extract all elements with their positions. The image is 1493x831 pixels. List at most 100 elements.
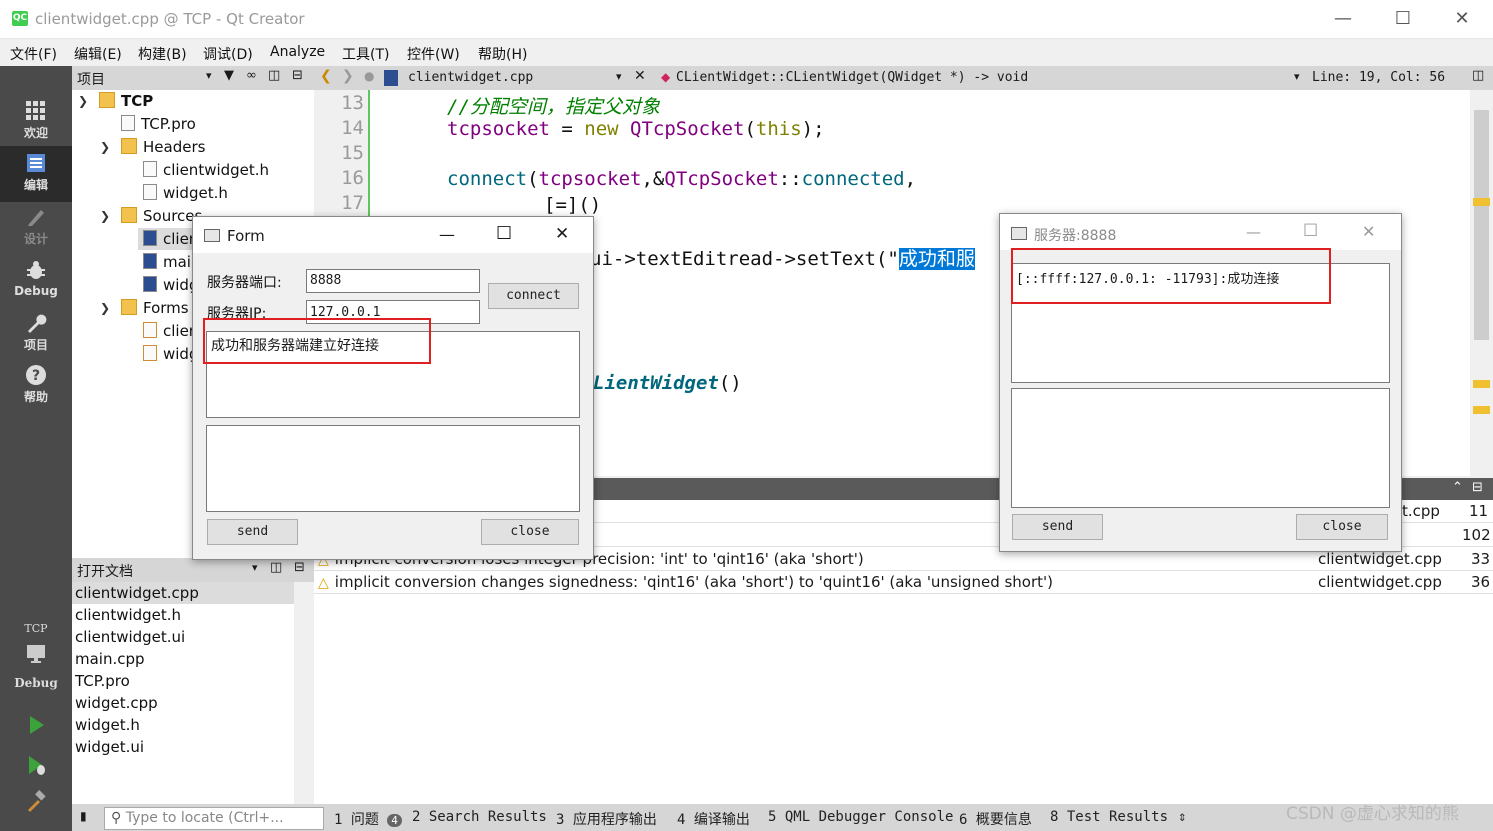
mode-help[interactable]: ? 帮助 bbox=[0, 364, 72, 410]
send-button[interactable]: send bbox=[207, 519, 298, 545]
minimize-icon[interactable]: — bbox=[1323, 6, 1363, 32]
filter-icon[interactable]: ▼ bbox=[224, 68, 234, 83]
minimize-icon[interactable]: — bbox=[1246, 223, 1261, 241]
line-number: 13 bbox=[341, 92, 364, 114]
split-icon[interactable]: ◫ bbox=[1472, 68, 1484, 83]
close-pane-icon[interactable]: ⊟ bbox=[292, 68, 303, 83]
split-icon[interactable]: ◫ bbox=[270, 560, 282, 575]
write-text-area[interactable] bbox=[206, 425, 580, 512]
close-icon[interactable]: ✕ bbox=[1442, 6, 1482, 32]
open-doc-item[interactable]: widget.cpp bbox=[75, 694, 158, 712]
menu-tools[interactable]: 工具(T) bbox=[342, 44, 389, 64]
minimize-icon[interactable]: — bbox=[439, 225, 455, 244]
more-tabs-icon[interactable]: ⇕ bbox=[1178, 809, 1186, 825]
output-tab[interactable]: 3 应用程序输出 bbox=[556, 809, 657, 829]
mode-projects[interactable]: 项目 bbox=[0, 312, 72, 358]
debug-play-icon bbox=[29, 756, 45, 775]
back-arrow-icon[interactable]: ❮ bbox=[320, 68, 332, 84]
split-icon[interactable]: ◫ bbox=[268, 68, 280, 83]
close-icon[interactable]: ✕ bbox=[1362, 222, 1375, 241]
open-doc-item[interactable]: clientwidget.h bbox=[75, 606, 181, 624]
issue-line: 36 bbox=[1471, 573, 1491, 591]
build-button[interactable] bbox=[0, 790, 72, 820]
close-document-icon[interactable]: ✕ bbox=[634, 68, 646, 84]
menu-build[interactable]: 构建(B) bbox=[138, 44, 187, 64]
tree-label: TCP bbox=[121, 92, 154, 110]
locate-input[interactable]: ⚲ Type to locate (Ctrl+... bbox=[104, 807, 324, 830]
tree-item-root[interactable]: TCP bbox=[99, 90, 153, 112]
current-symbol[interactable]: CLientWidget::CLientWidget(QWidget *) ->… bbox=[676, 70, 1028, 85]
issue-row[interactable]: △ implicit conversion changes signedness:… bbox=[314, 571, 1493, 594]
open-doc-item[interactable]: widget.ui bbox=[75, 738, 144, 756]
open-doc-item[interactable]: clientwidget.cpp bbox=[75, 584, 199, 602]
open-documents-list: clientwidget.cpp clientwidget.h clientwi… bbox=[72, 582, 314, 804]
toggle-sidebar-icon[interactable]: ▮ bbox=[80, 809, 87, 823]
menu-edit[interactable]: 编辑(E) bbox=[74, 44, 122, 64]
debug-run-button[interactable] bbox=[0, 754, 72, 784]
tree-item-sources[interactable]: Sources bbox=[121, 205, 202, 227]
output-tab[interactable]: 6 概要信息 bbox=[959, 809, 1032, 829]
mode-edit[interactable]: 编辑 bbox=[0, 146, 72, 202]
scrollbar-marker bbox=[1473, 406, 1490, 414]
maximize-icon[interactable]: ☐ bbox=[496, 223, 512, 244]
code-token: :: bbox=[778, 168, 802, 190]
chevron-down-icon[interactable]: ❯ bbox=[100, 301, 110, 315]
tree-item-forms[interactable]: Forms bbox=[121, 297, 189, 319]
chevron-down-icon[interactable]: ▾ bbox=[252, 561, 258, 574]
code-token: LientWidget bbox=[593, 372, 719, 394]
current-file-name[interactable]: clientwidget.cpp bbox=[408, 70, 533, 85]
chevron-down-icon[interactable]: ❯ bbox=[78, 94, 88, 108]
tree-item-header-file[interactable]: widget.h bbox=[143, 182, 228, 204]
menu-debug[interactable]: 调试(D) bbox=[203, 44, 253, 64]
open-doc-item[interactable]: widget.h bbox=[75, 716, 140, 734]
chevron-down-icon[interactable]: ▾ bbox=[1294, 70, 1300, 83]
scrollbar-thumb[interactable] bbox=[1474, 110, 1489, 340]
port-input[interactable]: 8888 bbox=[306, 269, 480, 293]
mode-selector: 欢迎 编辑 设计 Debug 项目 ? 帮助 TCP Debug bbox=[0, 66, 72, 831]
run-button[interactable] bbox=[0, 714, 72, 744]
chevron-down-icon[interactable]: ▾ bbox=[206, 69, 212, 82]
open-doc-item[interactable]: TCP.pro bbox=[75, 672, 130, 690]
chevron-down-icon[interactable]: ❯ bbox=[100, 209, 110, 223]
mode-debug[interactable]: Debug bbox=[0, 260, 72, 306]
menu-file[interactable]: 文件(F) bbox=[10, 44, 57, 64]
connect-button[interactable]: connect bbox=[488, 283, 579, 309]
chevron-down-icon[interactable]: ❯ bbox=[100, 140, 110, 154]
send-button[interactable]: send bbox=[1012, 514, 1103, 540]
link-icon[interactable]: ∞ bbox=[246, 68, 257, 83]
open-doc-item[interactable]: clientwidget.ui bbox=[75, 628, 185, 646]
chevron-down-icon[interactable]: ▾ bbox=[616, 70, 622, 83]
open-doc-item[interactable]: main.cpp bbox=[75, 650, 145, 668]
mode-welcome[interactable]: 欢迎 bbox=[0, 100, 72, 146]
maximize-icon[interactable]: ☐ bbox=[1303, 221, 1318, 241]
menu-help[interactable]: 帮助(H) bbox=[478, 44, 527, 64]
editor-scrollbar[interactable] bbox=[1470, 90, 1493, 476]
tree-item-pro[interactable]: TCP.pro bbox=[121, 113, 196, 135]
output-tab[interactable]: 5 QML Debugger Console bbox=[768, 809, 953, 825]
close-button[interactable]: close bbox=[1296, 514, 1388, 540]
tree-item-headers[interactable]: Headers bbox=[121, 136, 205, 158]
output-tab[interactable]: 2 Search Results bbox=[412, 809, 547, 825]
code-token: QTcpSocket bbox=[618, 118, 745, 140]
menu-analyze[interactable]: Analyze bbox=[270, 44, 325, 60]
tree-item-header-file[interactable]: clientwidget.h bbox=[143, 159, 269, 181]
output-tab[interactable]: 4 编译输出 bbox=[677, 809, 750, 829]
maximize-icon[interactable]: ☐ bbox=[1383, 6, 1423, 32]
code-token: connect bbox=[447, 168, 528, 190]
write-text-area[interactable] bbox=[1011, 388, 1390, 508]
menu-controls[interactable]: 控件(W) bbox=[407, 44, 460, 64]
close-pane-icon[interactable]: ⊟ bbox=[1472, 480, 1483, 495]
header-file-icon bbox=[143, 184, 157, 200]
scrollbar[interactable] bbox=[294, 582, 314, 804]
window-icon bbox=[1011, 227, 1027, 240]
menu-bar: 文件(F) 编辑(E) 构建(B) 调试(D) Analyze 工具(T) 控件… bbox=[0, 39, 1493, 66]
close-button[interactable]: close bbox=[481, 519, 579, 545]
close-icon[interactable]: ✕ bbox=[555, 224, 569, 244]
mode-design[interactable]: 设计 bbox=[0, 206, 72, 252]
output-tab[interactable]: 8 Test Results bbox=[1050, 809, 1168, 825]
forward-arrow-icon[interactable]: ❯ bbox=[342, 68, 354, 84]
output-tab-issues[interactable]: 1 问题 4 bbox=[334, 809, 402, 829]
maximize-pane-icon[interactable]: ⌃ bbox=[1452, 480, 1463, 495]
close-pane-icon[interactable]: ⊟ bbox=[294, 560, 305, 575]
svg-text:?: ? bbox=[32, 368, 40, 384]
